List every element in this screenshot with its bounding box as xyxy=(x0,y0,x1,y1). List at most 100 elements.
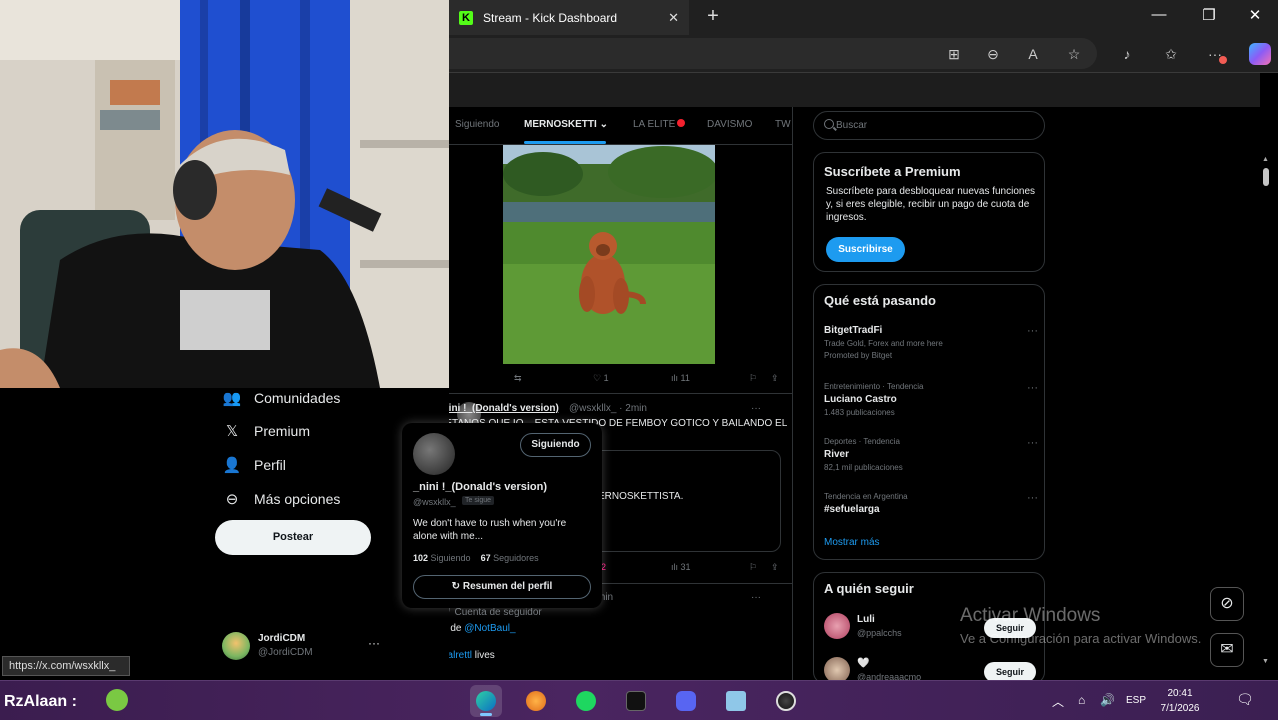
windows-taskbar: RzAlaan : ︿ ⌂ 🔊 ESP 20:41 7/1/2026 🗨 xyxy=(0,680,1278,720)
discord-glyph xyxy=(676,691,696,711)
followers-label: Seguidores xyxy=(490,553,539,563)
messages-icon[interactable]: ✉ xyxy=(1210,633,1244,667)
trend-more-icon[interactable]: ··· xyxy=(1027,325,1038,337)
profile-handle[interactable]: @wsxkllx_ xyxy=(413,497,456,507)
new-tab-button[interactable]: + xyxy=(701,5,725,29)
mention-link[interactable]: @NotBaul_ xyxy=(464,623,515,634)
minimize-button[interactable]: — xyxy=(1147,6,1171,23)
spotify-icon[interactable] xyxy=(570,685,602,717)
trend-more-icon[interactable]: ··· xyxy=(1027,437,1038,449)
page-scrollbar[interactable]: ▲ ▼ xyxy=(1260,156,1272,670)
account-handle: @JordiCDM xyxy=(258,647,313,658)
show-more-link[interactable]: Mostrar más xyxy=(824,537,880,548)
network-icon[interactable]: ⌂ xyxy=(1078,693,1085,707)
notepad-icon[interactable] xyxy=(720,685,752,717)
tweet-handle-time[interactable]: @wsxkllx_ · 2min xyxy=(569,403,647,414)
obs-icon[interactable] xyxy=(770,685,802,717)
profile-name[interactable]: _nini !_(Donald's version) xyxy=(413,481,547,493)
bookmark-icon[interactable]: ⚐ xyxy=(749,373,757,384)
nav-item-profile[interactable]: 👤 Perfil xyxy=(222,454,286,476)
grok-icon[interactable]: ⊘ xyxy=(1210,587,1244,621)
nav-item-premium[interactable]: 𝕏 Premium xyxy=(222,420,310,442)
followers-count[interactable]: 67 xyxy=(481,553,491,563)
extensions-icon[interactable]: ♪ xyxy=(1117,44,1137,64)
nav-item-more-options[interactable]: ⊖ Más opciones xyxy=(222,488,341,510)
search-placeholder: Buscar xyxy=(836,120,868,131)
post-button[interactable]: Postear xyxy=(215,520,371,555)
browser-tab[interactable]: K Stream - Kick Dashboard ✕ xyxy=(449,0,689,35)
active-tab-indicator xyxy=(524,141,606,144)
subscribe-button[interactable]: Suscribirse xyxy=(826,237,905,262)
like-button[interactable]: ♡ 1 xyxy=(593,373,609,384)
following-button[interactable]: Siguiendo xyxy=(520,433,591,457)
tab-title: Stream - Kick Dashboard xyxy=(483,10,618,25)
tweet-media-image[interactable] xyxy=(503,144,715,364)
trend-more-icon[interactable]: ··· xyxy=(1027,382,1038,394)
fl-studio-icon[interactable] xyxy=(520,685,552,717)
favorite-star-icon[interactable]: ☆ xyxy=(1064,44,1084,64)
follows-you-badge: Te sigue xyxy=(462,496,495,505)
tab-label: LA ELITE xyxy=(633,119,676,130)
tab-davismo[interactable]: DAVISMO xyxy=(707,119,752,130)
nav-item-communities[interactable]: 👥 Comunidades xyxy=(222,387,341,409)
trend-item[interactable]: Entretenimiento · Tendencia Luciano Cast… xyxy=(824,382,1038,417)
share-icon[interactable]: ⇪ xyxy=(771,373,779,384)
views-count[interactable]: ılı 31 xyxy=(671,562,691,572)
profile-summary-button[interactable]: ↻ Resumen del perfil xyxy=(413,575,591,599)
obs-glyph xyxy=(776,691,796,711)
trend-category: Deportes · Tendencia xyxy=(824,437,900,446)
search-icon xyxy=(824,119,834,129)
tweet-more-icon[interactable]: ··· xyxy=(751,403,761,414)
retweet-icon[interactable]: ⇆ xyxy=(514,373,522,384)
discord-icon[interactable] xyxy=(670,685,702,717)
hashtag-link[interactable]: #zalrettl xyxy=(449,650,472,661)
scroll-down-icon[interactable]: ▼ xyxy=(1262,658,1269,665)
read-aloud-icon[interactable]: A xyxy=(1023,44,1043,64)
trend-category: Tendencia en Argentina xyxy=(824,492,908,501)
tweet-more-icon[interactable]: ··· xyxy=(751,592,761,603)
restore-button[interactable]: ❐ xyxy=(1197,6,1221,24)
trend-more-icon[interactable]: ··· xyxy=(1027,492,1038,504)
language-indicator[interactable]: ESP xyxy=(1126,695,1146,706)
notification-icon[interactable]: 🗨 xyxy=(1236,691,1254,708)
x-logo-icon: 𝕏 xyxy=(225,423,239,440)
following-count[interactable]: 102 xyxy=(413,553,428,563)
trend-item[interactable]: Tendencia en Argentina #sefuelarga ··· xyxy=(824,492,1038,515)
split-screen-icon[interactable]: ⊞ xyxy=(944,44,964,64)
volume-icon[interactable]: 🔊 xyxy=(1100,693,1115,707)
scroll-thumb[interactable] xyxy=(1263,168,1269,186)
trend-category: Entretenimiento · Tendencia xyxy=(824,382,924,391)
bookmark-icon[interactable]: ⚐ xyxy=(749,562,757,573)
tab-tw[interactable]: TW xyxy=(775,119,791,130)
tab-la-elite[interactable]: LA ELITE xyxy=(633,119,686,130)
account-switcher[interactable]: JordiCDM @JordiCDM ··· xyxy=(222,630,382,666)
x-app-icon[interactable] xyxy=(620,685,652,717)
suggestion-name: 🤍 xyxy=(857,658,870,669)
tweet-text-prefix: IG de xyxy=(449,623,462,634)
edge-icon[interactable] xyxy=(470,685,502,717)
account-more-icon[interactable]: ··· xyxy=(368,636,380,650)
tab-close-icon[interactable]: ✕ xyxy=(668,10,679,26)
profile-hover-card: Siguiendo _nini !_(Donald's version) @ws… xyxy=(402,423,602,608)
copilot-icon[interactable] xyxy=(1249,43,1271,65)
hashtag-suffix: lives xyxy=(472,650,495,661)
taskbar-clock[interactable]: 20:41 7/1/2026 xyxy=(1156,686,1204,716)
favorites-icon[interactable]: ✩ xyxy=(1161,44,1181,64)
trend-subtitle: Trade Gold, Forex and more here xyxy=(824,339,943,348)
scroll-up-icon[interactable]: ▲ xyxy=(1262,156,1269,163)
share-icon[interactable]: ⇪ xyxy=(771,562,779,573)
trend-item[interactable]: BitgetTradFi Trade Gold, Forex and more … xyxy=(824,325,1038,360)
trend-promoted: Promoted by Bitget xyxy=(824,351,893,360)
zoom-out-icon[interactable]: ⊖ xyxy=(983,44,1003,64)
profile-summary-label: Resumen del perfil xyxy=(462,581,553,592)
trend-item[interactable]: Deportes · Tendencia River 82,1 mil publ… xyxy=(824,437,1038,472)
tweet-author-name[interactable]: _nini !_(Donald's version) xyxy=(449,403,559,414)
window-close-button[interactable]: ✕ xyxy=(1243,6,1267,24)
follow-button[interactable]: Seguir xyxy=(984,662,1036,682)
tray-chevron-icon[interactable]: ︿ xyxy=(1052,693,1064,710)
tab-siguiendo[interactable]: Siguiendo xyxy=(455,119,499,130)
tab-mernosketti[interactable]: MERNOSKETTI ⌄ xyxy=(524,119,608,130)
avatar[interactable] xyxy=(413,433,455,475)
search-input[interactable]: Buscar xyxy=(813,111,1045,140)
views-count[interactable]: ılı 11 xyxy=(671,373,690,383)
